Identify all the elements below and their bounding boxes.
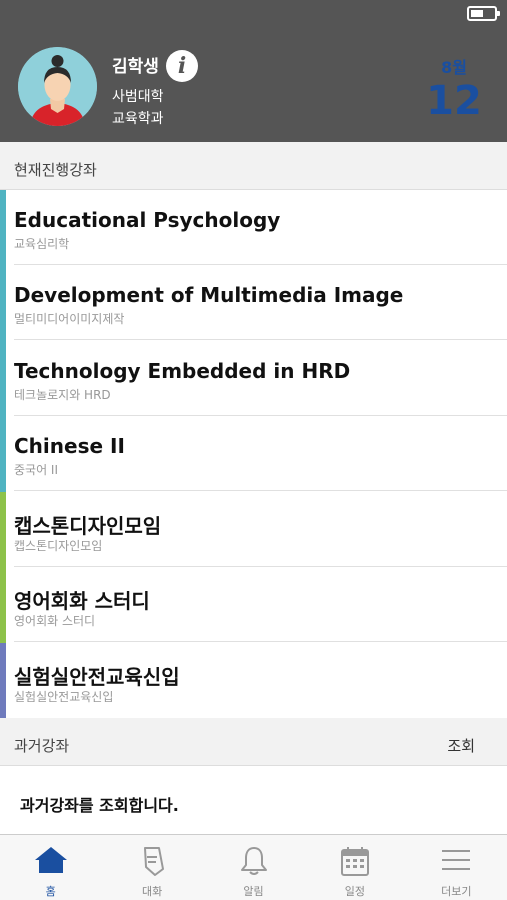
battery-icon bbox=[467, 6, 500, 21]
tab-home[interactable]: 홈 bbox=[0, 835, 101, 900]
date-day: 12 bbox=[426, 78, 482, 124]
avatar[interactable] bbox=[18, 47, 97, 126]
divider bbox=[14, 641, 507, 642]
course-item[interactable]: 캡스톤디자인모임 캡스톤디자인모임 bbox=[0, 492, 507, 568]
tab-alerts[interactable]: 알림 bbox=[203, 835, 304, 900]
tab-label: 더보기 bbox=[441, 885, 472, 898]
bottom-tab-bar: 홈 대화 알림 일정 더보기 bbox=[0, 834, 507, 900]
tab-chat[interactable]: 대화 bbox=[101, 835, 202, 900]
user-college: 사범대학 bbox=[112, 89, 164, 105]
date-month: 8월 bbox=[441, 58, 467, 77]
course-color-bar bbox=[0, 492, 6, 568]
tab-label: 대화 bbox=[141, 885, 163, 898]
course-color-bar bbox=[0, 567, 6, 643]
tab-label: 홈 bbox=[45, 885, 56, 898]
course-title: Educational Psychology bbox=[14, 208, 281, 232]
course-color-bar bbox=[0, 416, 6, 492]
bell-icon bbox=[240, 847, 267, 875]
user-name: 김학생 bbox=[112, 57, 159, 77]
course-color-bar bbox=[0, 190, 6, 266]
course-color-bar bbox=[0, 643, 6, 719]
course-title: 캡스톤디자인모임 bbox=[14, 514, 162, 538]
course-color-bar bbox=[0, 341, 6, 417]
course-list: Educational Psychology 교육심리학 Development… bbox=[0, 190, 507, 719]
course-item[interactable]: 실험실안전교육신입 실험실안전교육신입 bbox=[0, 643, 507, 719]
course-item[interactable]: Chinese II 중국어 II bbox=[0, 416, 507, 492]
course-item[interactable]: Educational Psychology 교육심리학 bbox=[0, 190, 507, 266]
course-subtitle: 교육심리학 bbox=[14, 237, 70, 251]
course-title: Technology Embedded in HRD bbox=[14, 359, 351, 383]
course-subtitle: 캡스톤디자인모임 bbox=[14, 539, 103, 553]
tab-label: 알림 bbox=[243, 885, 264, 898]
current-courses-title: 현재진행강좌 bbox=[14, 161, 97, 179]
course-subtitle: 테크놀로지와 HRD bbox=[14, 388, 111, 402]
course-item[interactable]: 영어회화 스터디 영어회화 스터디 bbox=[0, 567, 507, 643]
course-item[interactable]: Technology Embedded in HRD 테크놀로지와 HRD bbox=[0, 341, 507, 417]
past-courses-panel[interactable]: 과거강좌를 조회합니다. bbox=[0, 766, 507, 834]
divider bbox=[14, 339, 507, 340]
course-title: 실험실안전교육신입 bbox=[14, 665, 180, 689]
chat-icon bbox=[144, 847, 165, 876]
divider bbox=[14, 490, 507, 491]
user-department: 교육학과 bbox=[112, 111, 164, 127]
past-courses-header: 과거강좌 조회 bbox=[0, 718, 507, 766]
past-courses-view-button[interactable]: 조회 bbox=[447, 735, 475, 756]
course-subtitle: 실험실안전교육신입 bbox=[14, 690, 114, 704]
tab-more[interactable]: 더보기 bbox=[406, 835, 507, 900]
course-item[interactable]: Development of Multimedia Image 멀티미디어이미지… bbox=[0, 265, 507, 341]
calendar-icon bbox=[340, 847, 369, 876]
course-subtitle: 멀티미디어이미지제작 bbox=[14, 312, 125, 326]
past-courses-message: 과거강좌를 조회합니다. bbox=[20, 796, 179, 815]
home-icon bbox=[34, 847, 67, 873]
menu-icon bbox=[442, 850, 471, 870]
course-title: Chinese II bbox=[14, 434, 125, 458]
course-title: Development of Multimedia Image bbox=[14, 283, 404, 307]
tab-schedule[interactable]: 일정 bbox=[304, 835, 405, 900]
info-icon[interactable]: i bbox=[166, 50, 198, 82]
current-courses-header: 현재진행강좌 bbox=[0, 142, 507, 190]
course-subtitle: 영어회화 스터디 bbox=[14, 614, 96, 628]
course-color-bar bbox=[0, 265, 6, 341]
profile-header: 김학생 i 사범대학 교육학과 8월 12 bbox=[0, 0, 507, 142]
course-subtitle: 중국어 II bbox=[14, 463, 59, 477]
tab-label: 일정 bbox=[344, 885, 366, 898]
course-title: 영어회화 스터디 bbox=[14, 589, 150, 613]
past-courses-title: 과거강좌 bbox=[14, 737, 70, 755]
